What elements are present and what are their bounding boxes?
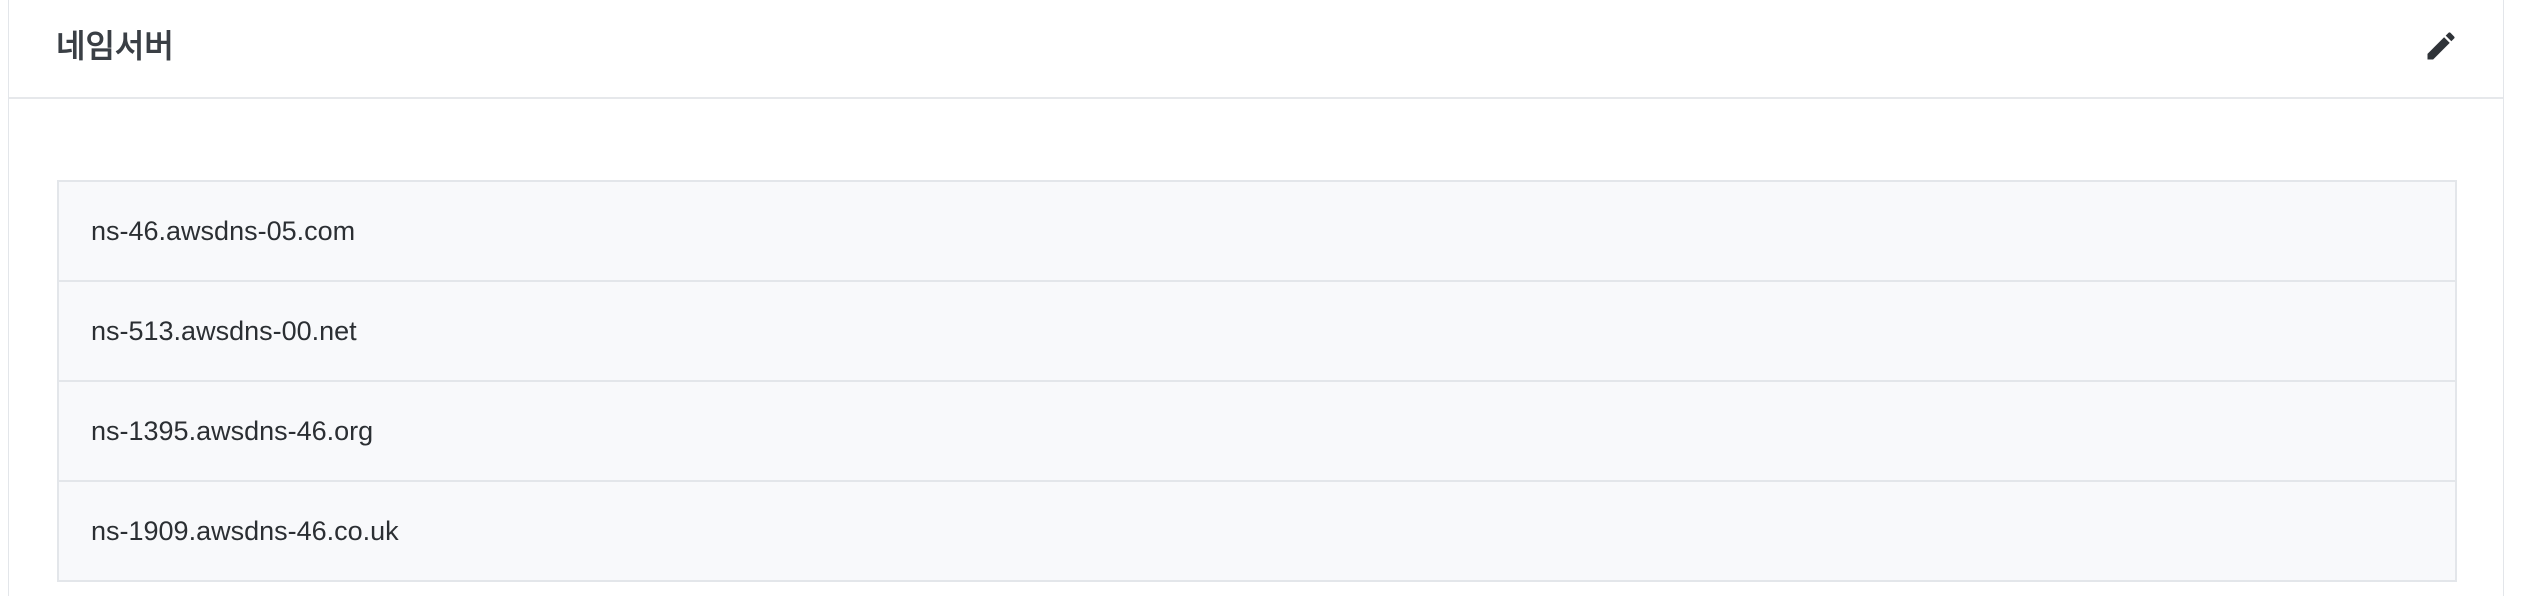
- edit-button[interactable]: [2415, 20, 2467, 72]
- panel-header: 네임서버: [9, 0, 2503, 99]
- nameserver-item: ns-1909.awsdns-46.co.uk: [91, 515, 399, 546]
- nameserver-item: ns-513.awsdns-00.net: [59, 282, 2455, 382]
- pencil-icon: [2427, 32, 2455, 60]
- panel-title: 네임서버: [56, 28, 174, 64]
- nameserver-list: ns-46.awsdns-05.com ns-513.awsdns-00.net…: [57, 180, 2457, 582]
- nameserver-item: ns-46.awsdns-05.com: [59, 182, 2455, 282]
- nameserver-item: ns-1395.awsdns-46.org: [59, 382, 2455, 482]
- nameserver-panel: 네임서버 ns-46.awsdns-05.com ns-513.awsdns-0…: [8, 0, 2504, 596]
